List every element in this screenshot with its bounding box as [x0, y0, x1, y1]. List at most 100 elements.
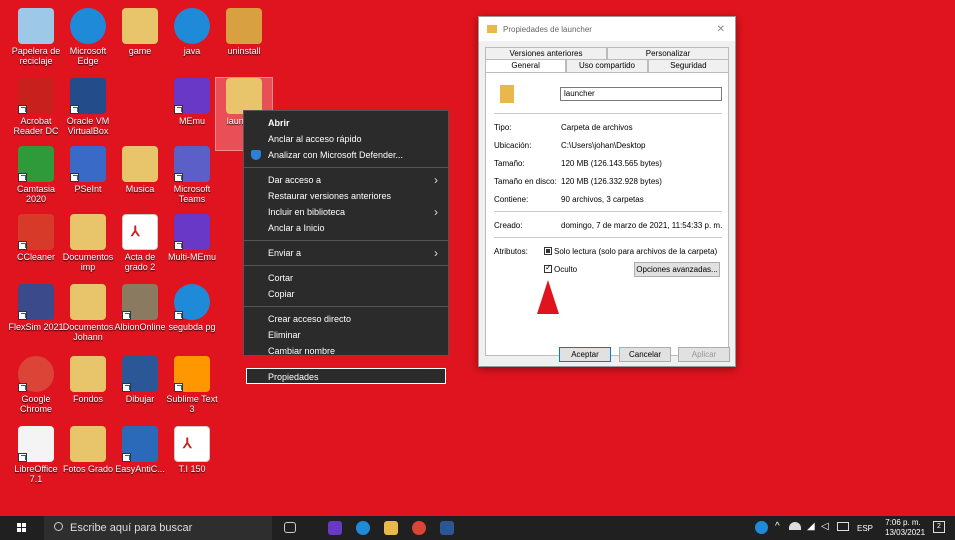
desktop-icon[interactable]: segubda pg — [164, 284, 220, 356]
network-icon[interactable]: ◢ — [807, 521, 815, 532]
menu-item-pin-quick-access[interactable]: Anclar al acceso rápido — [244, 131, 448, 147]
menu-item-include-library[interactable]: Incluir en biblioteca › — [244, 204, 448, 220]
menu-item-cut[interactable]: Cortar — [244, 270, 448, 286]
tab-sharing[interactable]: Uso compartido — [566, 59, 648, 72]
menu-item-restore-versions[interactable]: Restaurar versiones anteriores — [244, 188, 448, 204]
apply-button[interactable]: Aplicar — [678, 347, 730, 362]
tab-general[interactable]: General — [485, 59, 567, 72]
desktop-icon[interactable]: LibreOffice 7.1 — [8, 426, 64, 498]
menu-item-rename[interactable]: Cambiar nombre — [244, 343, 448, 359]
desktop-icon[interactable]: Camtasia 2020 — [8, 146, 64, 218]
desktop-icon[interactable]: Documentos Johann — [60, 284, 116, 356]
desktop-icon[interactable]: MEmu — [164, 78, 220, 150]
flexsim-icon — [18, 284, 54, 320]
readonly-checkbox[interactable]: Solo lectura (solo para archivos de la c… — [544, 247, 717, 256]
desktop-icon[interactable]: Microsoft Teams — [164, 146, 220, 218]
desktop-icon-label: Fotos Grado — [62, 464, 114, 474]
pdf-icon: ⅄ — [122, 214, 158, 250]
onedrive-icon[interactable] — [789, 522, 801, 530]
desktop-icon[interactable]: Microsoft Edge — [60, 8, 116, 80]
desktop-icon[interactable]: CCleaner — [8, 214, 64, 286]
desktop-icon[interactable]: Google Chrome — [8, 356, 64, 428]
start-button[interactable] — [17, 523, 27, 533]
desktop-icon-label: Microsoft Edge — [69, 46, 107, 66]
task-view-icon[interactable] — [284, 522, 296, 533]
clock-time: 7:06 p. m. — [885, 518, 921, 527]
desktop-icon[interactable]: Fondos — [60, 356, 116, 428]
tab-security[interactable]: Seguridad — [647, 59, 729, 72]
volume-icon[interactable]: ◁ — [821, 521, 829, 532]
desktop-icon[interactable]: PSeInt — [60, 146, 116, 218]
dialog-titlebar[interactable]: Propiedades de launcher ✕ — [479, 17, 735, 41]
menu-item-copy[interactable]: Copiar — [244, 286, 448, 302]
desktop-icon[interactable]: Oracle VM VirtualBox — [60, 78, 116, 150]
desktop-icon[interactable]: AlbionOnline — [112, 284, 168, 356]
clock[interactable]: 7:06 p. m. 13/03/2021 — [885, 518, 925, 538]
hidden-checkbox[interactable]: Oculto — [544, 263, 577, 274]
menu-item-properties[interactable]: Propiedades — [246, 368, 446, 384]
desktop-icon-label: Multi-MEmu — [167, 252, 216, 262]
language-indicator[interactable]: ESP — [857, 524, 873, 533]
folder-icon — [487, 25, 497, 33]
desktop-icon[interactable]: java — [164, 8, 220, 80]
libreoffice-icon — [18, 426, 54, 462]
word-taskbar-icon[interactable] — [440, 521, 454, 535]
desktop-icon[interactable]: ⅄ Acta de grado 2 — [112, 214, 168, 286]
advanced-options-button[interactable]: Opciones avanzadas... — [634, 262, 720, 277]
desktop-icon[interactable]: Documentos imp — [60, 214, 116, 286]
shortcut-arrow-icon — [174, 105, 183, 114]
desktop-icon[interactable]: FlexSim 2021 — [8, 284, 64, 356]
desktop-icon-label: Microsoft Teams — [173, 184, 211, 204]
desktop-icon-label: T.I 150 — [178, 464, 206, 474]
folder-icon — [226, 78, 262, 114]
ok-button[interactable]: Aceptar — [559, 347, 611, 362]
menu-item-send-to[interactable]: Enviar a › — [244, 245, 448, 261]
menu-item-pin-start[interactable]: Anclar a Inicio — [244, 220, 448, 236]
desktop-icon[interactable]: Sublime Text 3 — [164, 356, 220, 428]
battery-icon[interactable] — [837, 522, 849, 531]
chevron-up-icon[interactable]: ^ — [775, 521, 780, 532]
desktop-icon[interactable]: Acrobat Reader DC — [8, 78, 64, 150]
defender-shield-icon — [251, 150, 261, 160]
ccleaner-icon — [18, 214, 54, 250]
desktop-icon-label: MEmu — [178, 116, 205, 126]
menu-item-create-shortcut[interactable]: Crear acceso directo — [244, 311, 448, 327]
folder-icon — [70, 284, 106, 320]
virtualbox-icon — [70, 78, 106, 114]
desktop-icon[interactable]: Musica — [112, 146, 168, 218]
desktop-icon[interactable]: EasyAntiC... — [112, 426, 168, 498]
desktop-icon[interactable]: ⅄ T.I 150 — [164, 426, 220, 498]
memu-taskbar-icon[interactable] — [328, 521, 342, 535]
menu-item-delete[interactable]: Eliminar — [244, 327, 448, 343]
desktop-icon[interactable]: Dibujar — [112, 356, 168, 428]
desktop-icon-label: Papelera de reciclaje — [11, 46, 61, 66]
tab-customize[interactable]: Personalizar — [607, 47, 729, 59]
close-icon[interactable]: ✕ — [717, 24, 725, 35]
chrome-taskbar-icon[interactable] — [412, 521, 426, 535]
menu-item-open[interactable]: Abrir — [244, 115, 448, 131]
chevron-right-icon: › — [434, 246, 438, 260]
desktop-icon[interactable]: game — [112, 8, 168, 80]
edge-taskbar-icon[interactable] — [356, 521, 370, 535]
cancel-button[interactable]: Cancelar — [619, 347, 671, 362]
taskbar-search-box[interactable]: Escribe aquí para buscar — [44, 516, 272, 540]
folder-icon — [122, 8, 158, 44]
context-menu: Abrir Anclar al acceso rápido Analizar c… — [243, 110, 449, 384]
desktop-icon[interactable]: uninstall — [216, 8, 272, 80]
shortcut-arrow-icon — [174, 383, 183, 392]
desktop-icon[interactable]: Papelera de reciclaje — [8, 8, 64, 80]
menu-item-scan-defender[interactable]: Analizar con Microsoft Defender... — [244, 147, 448, 163]
desktop-icon[interactable]: Multi-MEmu — [164, 214, 220, 286]
tab-previous-versions[interactable]: Versiones anteriores — [485, 47, 607, 59]
system-tray: ^ ◢ ◁ ESP 7:06 p. m. 13/03/2021 2 — [745, 516, 955, 540]
shortcut-arrow-icon — [122, 453, 131, 462]
notification-center-icon[interactable]: 2 — [933, 521, 945, 533]
file-explorer-taskbar-icon[interactable] — [384, 521, 398, 535]
menu-item-give-access[interactable]: Dar acceso a › — [244, 172, 448, 188]
shortcut-arrow-icon — [18, 383, 27, 392]
checkbox-checked[interactable] — [544, 263, 552, 273]
folder-name-input[interactable]: launcher — [560, 87, 722, 101]
checkbox-indeterminate[interactable] — [544, 247, 552, 255]
desktop-icon[interactable]: Fotos Grado — [60, 426, 116, 498]
help-icon[interactable] — [755, 521, 768, 534]
